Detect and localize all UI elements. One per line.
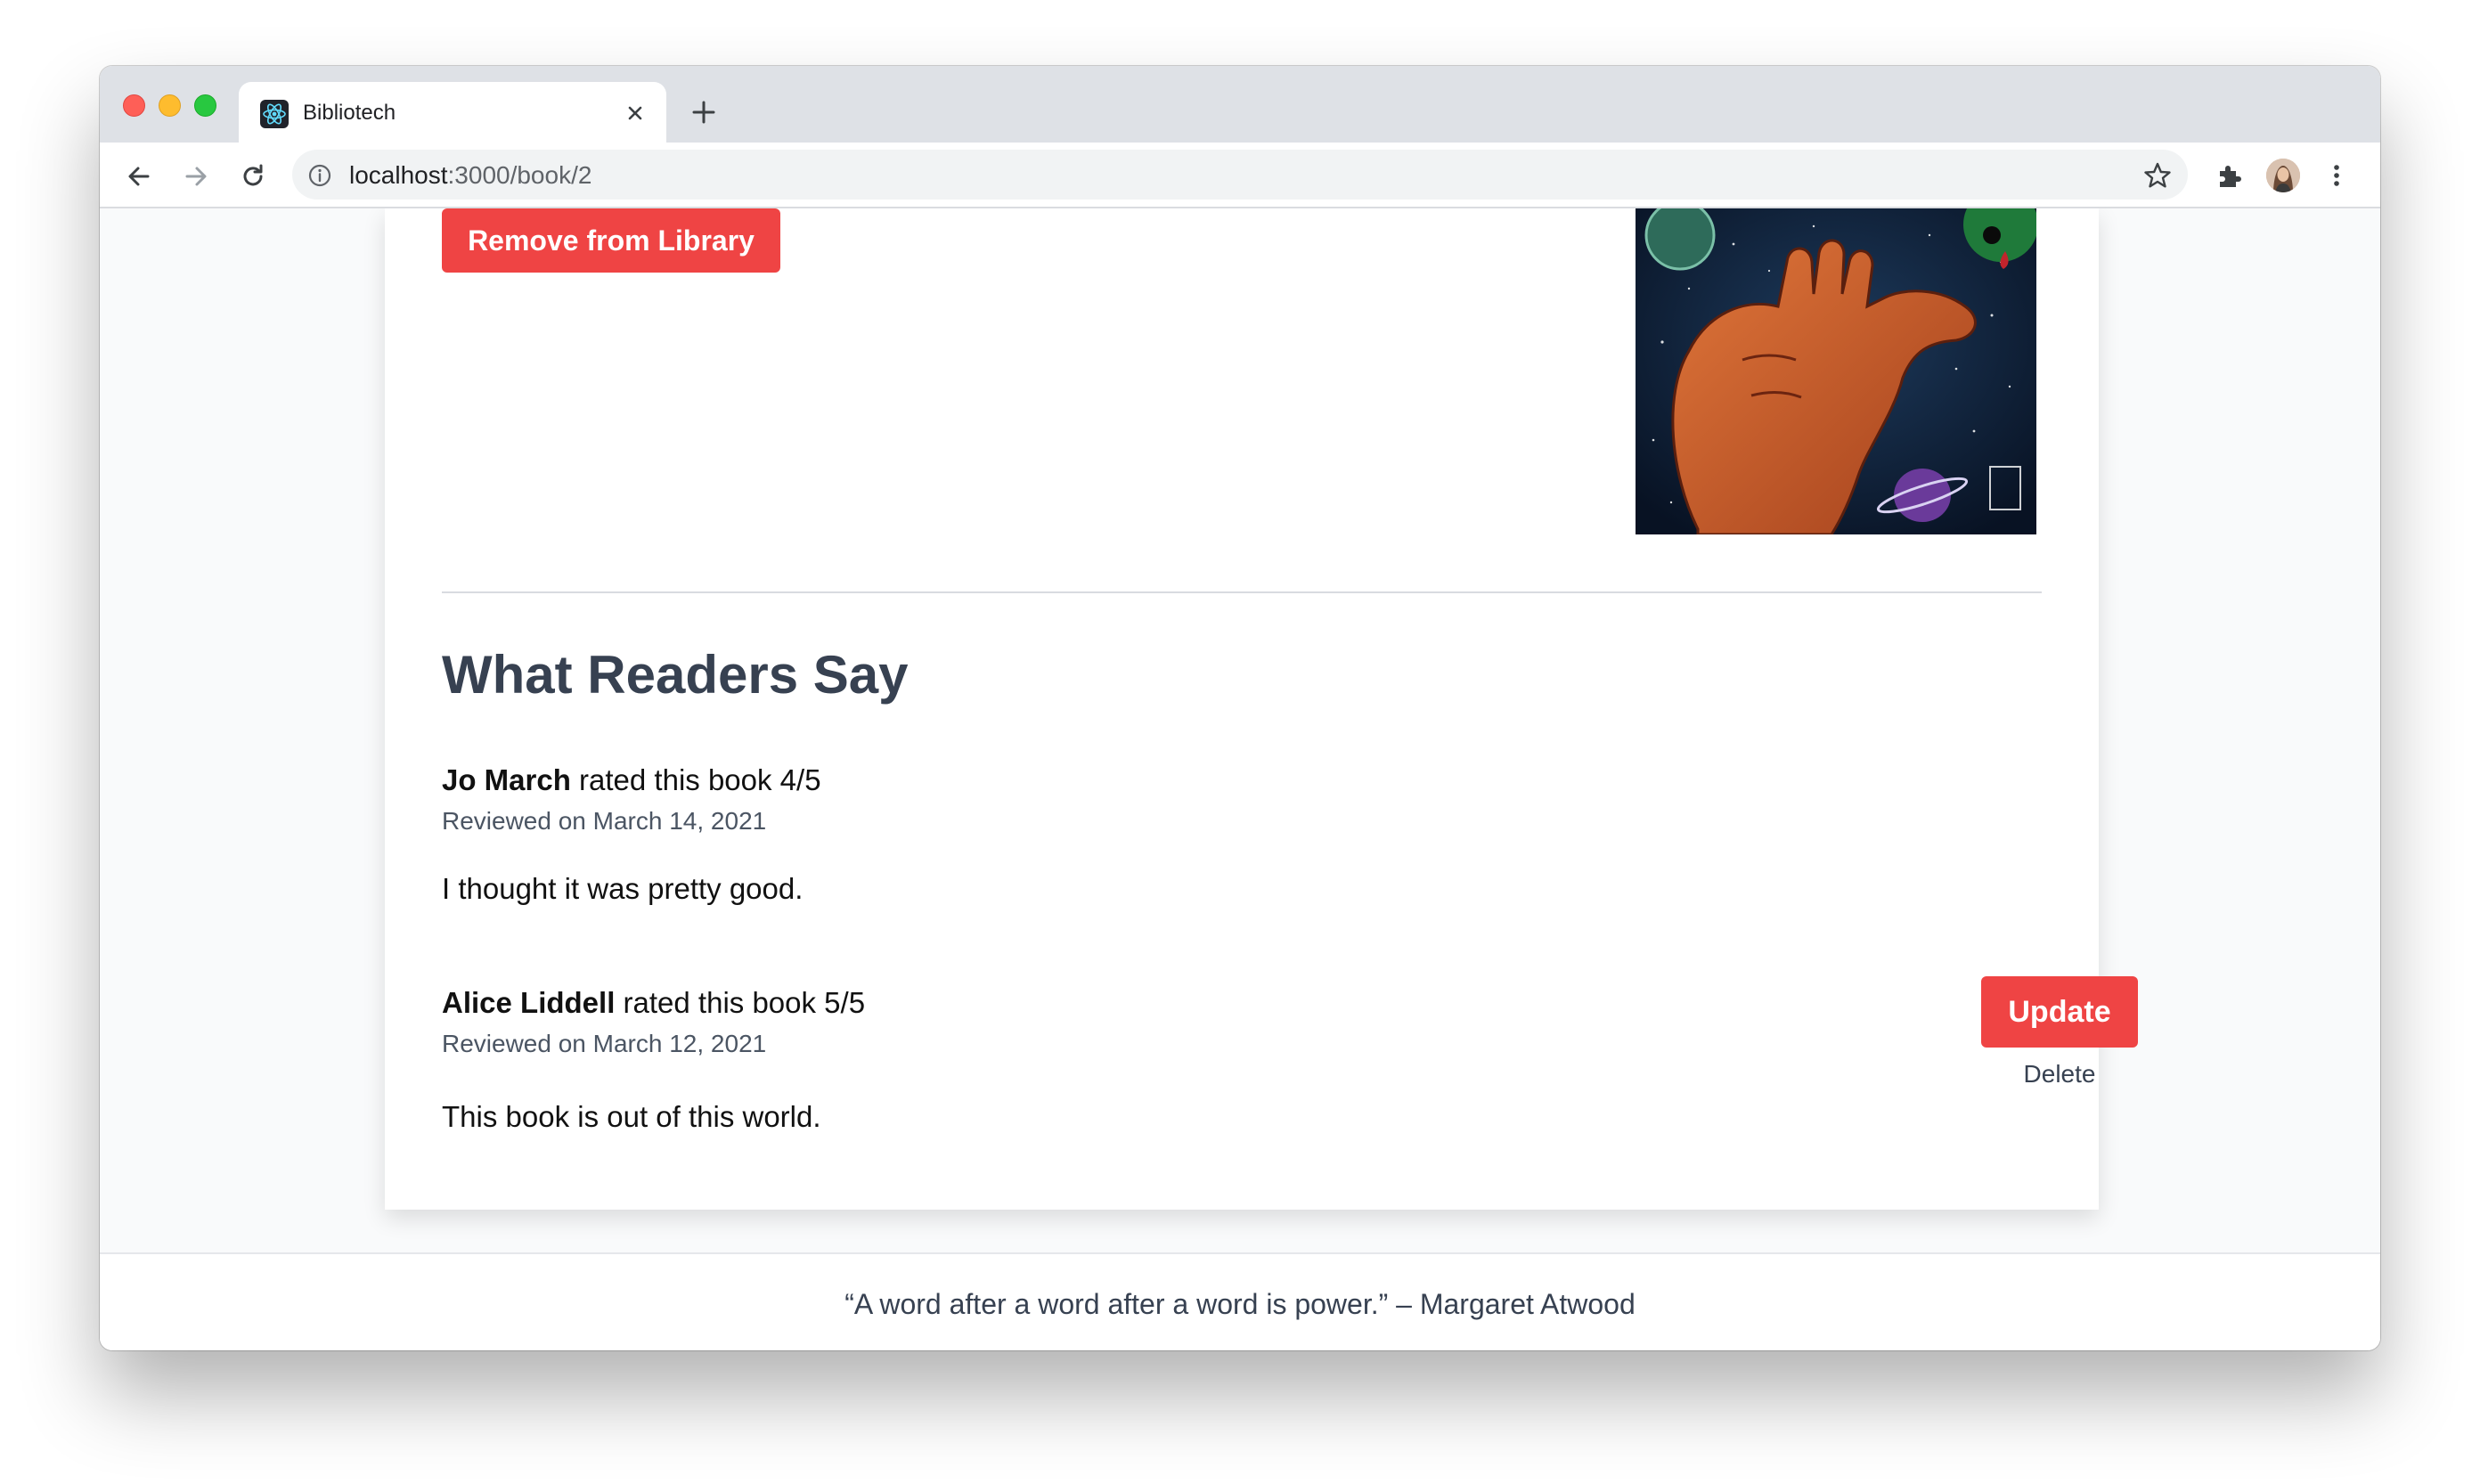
section-divider (442, 591, 2042, 593)
browser-toolbar: localhost:3000/book/2 (100, 143, 2380, 208)
new-tab-icon[interactable] (689, 98, 718, 126)
forward-arrow-icon[interactable] (180, 160, 212, 192)
delete-review-button[interactable]: Delete (1981, 1056, 2138, 1092)
footer-quote: “A word after a word after a word is pow… (844, 1288, 1636, 1320)
browser-menu-icon[interactable] (2321, 160, 2352, 191)
browser-window: Bibliotech localhost:3000/book/2 Remove … (100, 66, 2380, 1350)
address-bar[interactable]: localhost:3000/book/2 (292, 150, 2188, 200)
page-footer: “A word after a word after a word is pow… (100, 1252, 2380, 1350)
book-detail-card: Remove from Library What Readers Say Jo … (385, 208, 2138, 1210)
react-favicon-icon (260, 100, 289, 128)
book-cover-image (1636, 208, 2036, 534)
back-arrow-icon[interactable] (123, 160, 155, 192)
review-rating-line: Alice Liddell rated this book 5/5 (442, 985, 2042, 1021)
review-item: Jo March rated this book 4/5 Reviewed on… (442, 762, 2042, 905)
bookmark-star-icon[interactable] (2143, 162, 2172, 189)
remove-from-library-button[interactable]: Remove from Library (442, 208, 780, 273)
reload-icon[interactable] (237, 160, 269, 192)
update-review-button[interactable]: Update (1981, 976, 2138, 1048)
reviewer-name: Alice Liddell (442, 986, 616, 1019)
close-window-button[interactable] (123, 94, 145, 117)
screen: Bibliotech localhost:3000/book/2 Remove … (0, 0, 2480, 1484)
maximize-window-button[interactable] (194, 94, 216, 117)
tab-bibliotech[interactable]: Bibliotech (239, 82, 666, 143)
tab-title: Bibliotech (303, 101, 396, 125)
site-info-icon[interactable] (308, 164, 331, 187)
url-path: :3000/book/2 (447, 161, 592, 189)
page-viewport[interactable]: Remove from Library What Readers Say Jo … (100, 208, 2380, 1350)
reviewer-name: Jo March (442, 763, 571, 796)
review-item: Alice Liddell rated this book 5/5 Review… (442, 985, 2042, 1146)
review-date: Reviewed on March 14, 2021 (442, 807, 767, 835)
close-tab-icon[interactable] (622, 100, 649, 126)
reviews-heading: What Readers Say (442, 645, 909, 705)
review-date: Reviewed on March 12, 2021 (442, 1030, 767, 1057)
tab-strip: Bibliotech (100, 66, 2380, 143)
minimize-window-button[interactable] (159, 94, 181, 117)
review-body: I thought it was pretty good. (442, 872, 804, 905)
rating-text: rated this book 5/5 (615, 986, 866, 1019)
review-rating-line: Jo March rated this book 4/5 (442, 762, 2042, 798)
url-text: localhost:3000/book/2 (349, 161, 591, 190)
profile-avatar[interactable] (2266, 159, 2300, 192)
extensions-puzzle-icon[interactable] (2215, 160, 2245, 191)
review-body: This book is out of this world. (442, 1100, 821, 1133)
url-host: localhost (349, 161, 448, 189)
rating-text: rated this book 4/5 (570, 763, 821, 796)
